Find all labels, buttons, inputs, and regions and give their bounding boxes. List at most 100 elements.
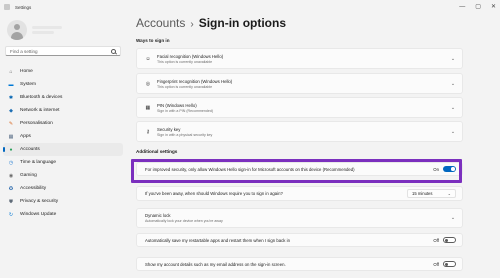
- require-sign-in-text-wrap: If you've been away, when should Windows…: [137, 191, 407, 196]
- show-account-details-setting: Show my account details such as my email…: [136, 257, 463, 271]
- avatar-body-shape: [11, 32, 23, 40]
- search-icon[interactable]: [111, 48, 116, 54]
- sidebar-item-system[interactable]: ▬ System: [3, 78, 123, 91]
- update-icon: ↻: [8, 211, 14, 218]
- sidebar-item-accessibility[interactable]: ✪ Accessibility: [3, 182, 123, 195]
- avatar-head-shape: [14, 24, 20, 30]
- sign-in-option-subtitle: This option is currently unavailable: [157, 59, 213, 64]
- restartable-apps-toggle[interactable]: [443, 237, 456, 243]
- sidebar-item-label: Bluetooth & devices: [20, 95, 63, 100]
- monitor-icon: ▬: [8, 81, 14, 88]
- sidebar-item-label: Time & language: [20, 160, 57, 165]
- sidebar-item-label: Accessibility: [20, 186, 47, 191]
- sign-in-option-fingerprint[interactable]: ◎ Fingerprint recognition (Windows Hello)…: [136, 73, 463, 94]
- breadcrumb: Accounts › Sign-in options: [136, 16, 286, 30]
- user-email-placeholder: [32, 31, 54, 34]
- sidebar-item-label: Personalisation: [20, 121, 53, 126]
- sidebar-item-label: Accounts: [20, 147, 40, 152]
- additional-settings-heading: Additional settings: [136, 149, 178, 154]
- sidebar-item-time-language[interactable]: ◷ Time & language: [3, 156, 123, 169]
- avatar: [7, 20, 27, 40]
- dynamic-lock-setting[interactable]: Dynamic lock Automatically lock your dev…: [136, 208, 463, 228]
- show-account-details-label: Show my account details such as my email…: [145, 261, 286, 267]
- window-controls: — ▢ ✕: [459, 3, 496, 11]
- sign-in-option-text: Fingerprint recognition (Windows Hello) T…: [157, 79, 448, 89]
- sidebar-item-accounts[interactable]: ● Accounts: [3, 143, 123, 156]
- chevron-down-icon: ⌄: [450, 55, 456, 62]
- sidebar-item-label: Apps: [20, 134, 31, 139]
- dynamic-lock-subtitle: Automatically lock your device when you'…: [145, 219, 223, 223]
- chevron-down-icon: ⌄: [450, 80, 456, 87]
- windows-hello-only-state: On: [433, 166, 439, 172]
- sidebar-nav: ⌂ Home ▬ System ✱ Bluetooth & devices ◆ Network…: [3, 65, 123, 221]
- close-button[interactable]: ✕: [491, 3, 496, 11]
- settings-app-icon: [4, 4, 10, 10]
- restartable-apps-toggle-wrap: Off: [433, 237, 456, 243]
- fingerprint-icon: ◎: [145, 80, 151, 87]
- sidebar-item-gaming[interactable]: ◉ Gaming: [3, 169, 123, 182]
- sign-in-option-text: Security key Sign in with a physical secu…: [157, 127, 448, 137]
- sign-in-option-title: Facial recognition (Windows Hello): [157, 53, 224, 59]
- windows-hello-only-toggle[interactable]: [443, 166, 456, 172]
- sidebar: ⌂ Home ▬ System ✱ Bluetooth & devices ◆ Network…: [0, 14, 128, 278]
- sign-in-option-subtitle: Sign in with a physical security key: [157, 132, 213, 137]
- minimize-button[interactable]: —: [459, 3, 465, 11]
- pin-icon: ▦: [145, 104, 151, 111]
- ways-to-sign-in-heading: Ways to sign in: [136, 38, 170, 43]
- key-icon: ⚷: [146, 128, 150, 135]
- show-account-details-text-wrap: Show my account details such as my email…: [137, 262, 433, 267]
- bluetooth-icon: ✱: [8, 94, 14, 101]
- show-account-details-toggle-wrap: Off: [433, 261, 456, 267]
- sign-in-option-text: Facial recognition (Windows Hello) This o…: [157, 54, 448, 64]
- face-icon: ☺: [145, 55, 151, 62]
- sidebar-item-label: Network & internet: [20, 108, 60, 113]
- sign-in-option-subtitle: This option is currently unavailable: [157, 84, 213, 89]
- dynamic-lock-text-wrap: Dynamic lock Automatically lock your dev…: [137, 213, 448, 223]
- gamepad-icon: ◉: [8, 172, 14, 179]
- require-sign-in-dropdown[interactable]: 15 minutes ⌄: [407, 189, 456, 198]
- sign-in-option-title: Security key: [157, 126, 181, 132]
- sign-in-option-key[interactable]: ⚷ Security key Sign in with a physical sec…: [136, 121, 463, 142]
- page-title: Sign-in options: [198, 16, 287, 30]
- windows-hello-only-setting: For improved security, only allow Window…: [136, 162, 463, 176]
- chevron-down-icon: ⌄: [450, 104, 456, 111]
- dynamic-lock-title: Dynamic lock: [145, 213, 171, 218]
- sign-in-option-title: PIN (Windows Hello): [157, 102, 197, 108]
- sidebar-item-label: Windows Update: [20, 212, 57, 217]
- breadcrumb-parent[interactable]: Accounts: [136, 16, 185, 30]
- require-sign-in-value: 15 minutes: [412, 191, 433, 196]
- sidebar-item-label: System: [20, 82, 36, 87]
- sidebar-item-personalisation[interactable]: ✎ Personalisation: [3, 117, 123, 130]
- sign-in-option-text: PIN (Windows Hello) Sign in with a PIN (R…: [157, 103, 448, 113]
- sidebar-item-home[interactable]: ⌂ Home: [3, 65, 123, 78]
- sign-in-option-subtitle: Sign in with a PIN (Recommended): [157, 108, 214, 113]
- restartable-apps-setting: Automatically save my restartable apps a…: [136, 233, 463, 247]
- shield-icon: ⛊: [9, 198, 13, 205]
- sidebar-item-apps[interactable]: ▦ Apps: [3, 130, 123, 143]
- restartable-apps-label: Automatically save my restartable apps a…: [145, 237, 290, 243]
- show-account-details-toggle[interactable]: [443, 261, 456, 267]
- windows-hello-only-label: For improved security, only allow Window…: [145, 166, 355, 172]
- sidebar-item-label: Home: [20, 69, 33, 74]
- globe-clock-icon: ◷: [8, 159, 14, 166]
- sign-in-option-title: Fingerprint recognition (Windows Hello): [157, 78, 233, 84]
- maximize-button[interactable]: ▢: [475, 3, 481, 11]
- require-sign-in-label: If you've been away, when should Windows…: [145, 191, 283, 196]
- sidebar-item-bluetooth-devices[interactable]: ✱ Bluetooth & devices: [3, 91, 123, 104]
- user-name-placeholder: [32, 26, 62, 29]
- person-icon: ●: [9, 146, 13, 153]
- user-profile[interactable]: [7, 20, 62, 40]
- sign-in-option-pin[interactable]: ▦ PIN (Windows Hello) Sign in with a PIN (…: [136, 97, 463, 118]
- sidebar-item-network-internet[interactable]: ◆ Network & internet: [3, 104, 123, 117]
- window-title: Settings: [15, 4, 32, 10]
- sidebar-item-windows-update[interactable]: ↻ Windows Update: [3, 208, 123, 221]
- user-info-placeholder: [32, 24, 62, 36]
- chevron-down-icon: ⌄: [447, 191, 451, 196]
- windows-hello-only-toggle-wrap: On: [433, 166, 456, 172]
- search-input[interactable]: [10, 48, 109, 54]
- sign-in-option-face[interactable]: ☺ Facial recognition (Windows Hello) This …: [136, 48, 463, 69]
- sidebar-item-label: Gaming: [20, 173, 37, 178]
- sidebar-item-privacy-security[interactable]: ⛊ Privacy & security: [3, 195, 123, 208]
- sidebar-item-label: Privacy & security: [20, 199, 59, 204]
- windows-hello-only-text-wrap: For improved security, only allow Window…: [137, 167, 433, 172]
